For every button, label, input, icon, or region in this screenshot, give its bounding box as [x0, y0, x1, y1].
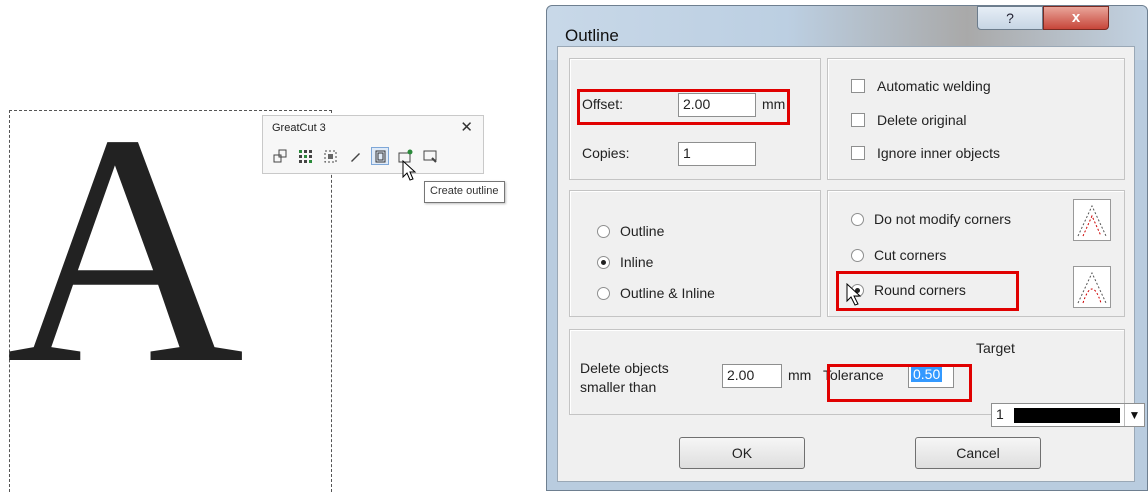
- outline-inline-radio[interactable]: [597, 287, 610, 300]
- target-value: 1: [996, 406, 1004, 422]
- tolerance-highlight: [827, 364, 972, 402]
- outline-radio-label: Outline: [620, 223, 665, 239]
- cancel-button[interactable]: Cancel: [915, 437, 1041, 469]
- pen-icon[interactable]: [346, 147, 364, 165]
- delete-objects-label-line2: smaller than: [580, 379, 657, 395]
- delete-original-checkbox[interactable]: [851, 113, 865, 127]
- offset-highlight: [577, 89, 790, 125]
- ignore-inner-label: Ignore inner objects: [877, 145, 1000, 161]
- export-icon[interactable]: [421, 147, 439, 165]
- cut-corners-radio[interactable]: [851, 249, 864, 262]
- outline-radio[interactable]: [597, 225, 610, 238]
- mouse-cursor-icon: [846, 283, 862, 306]
- target-select[interactable]: 1 ▼: [991, 403, 1145, 427]
- create-outline-icon[interactable]: [371, 147, 389, 165]
- select-icon[interactable]: [321, 147, 339, 165]
- mode-group: Outline Inline Outline & Inline: [569, 190, 821, 317]
- toolbar-close-button[interactable]: ✕: [460, 118, 473, 136]
- grid-icon[interactable]: [296, 147, 314, 165]
- inline-radio-label: Inline: [620, 254, 654, 270]
- help-button[interactable]: ?: [977, 6, 1043, 30]
- cut-corner-preview-icon: [1073, 199, 1111, 241]
- do-not-modify-corners-radio[interactable]: [851, 213, 864, 226]
- do-not-modify-corners-label: Do not modify corners: [874, 211, 1011, 227]
- close-button[interactable]: x: [1043, 6, 1109, 30]
- inline-radio[interactable]: [597, 256, 610, 269]
- delete-objects-unit: mm: [788, 367, 812, 383]
- greatcut-toolbar: GreatCut 3 ✕: [262, 115, 484, 174]
- round-corner-preview-icon: [1073, 266, 1111, 308]
- dialog-body: Offset: 2.00 mm Copies: 1 Automatic weld…: [557, 46, 1145, 482]
- target-label: Target: [976, 340, 1015, 356]
- dialog-title: Outline: [565, 26, 619, 45]
- toolbar-title: GreatCut 3: [272, 122, 326, 134]
- ignore-inner-checkbox[interactable]: [851, 146, 865, 160]
- automatic-welding-checkbox[interactable]: [851, 79, 865, 93]
- mouse-cursor-icon: [402, 160, 417, 181]
- automatic-welding-label: Automatic welding: [877, 78, 991, 94]
- target-color-swatch: [1014, 408, 1120, 423]
- delete-original-label: Delete original: [877, 112, 967, 128]
- copies-field[interactable]: 1: [678, 142, 756, 166]
- delete-objects-field[interactable]: 2.00: [722, 364, 782, 388]
- ok-button[interactable]: OK: [679, 437, 805, 469]
- group-icon[interactable]: [271, 147, 289, 165]
- options-group: Automatic welding Delete original Ignore…: [827, 58, 1125, 180]
- delete-objects-label-line1: Delete objects: [580, 360, 669, 376]
- cut-corners-label: Cut corners: [874, 247, 947, 263]
- tooltip: Create outline: [424, 181, 505, 203]
- chevron-down-icon[interactable]: ▼: [1124, 404, 1144, 426]
- copies-label: Copies:: [582, 145, 630, 161]
- outline-inline-radio-label: Outline & Inline: [620, 285, 715, 301]
- outline-dialog: Outline ? x Offset: 2.00 mm Copies: 1 Au…: [546, 5, 1148, 491]
- canvas-letter[interactable]: A: [6, 85, 244, 415]
